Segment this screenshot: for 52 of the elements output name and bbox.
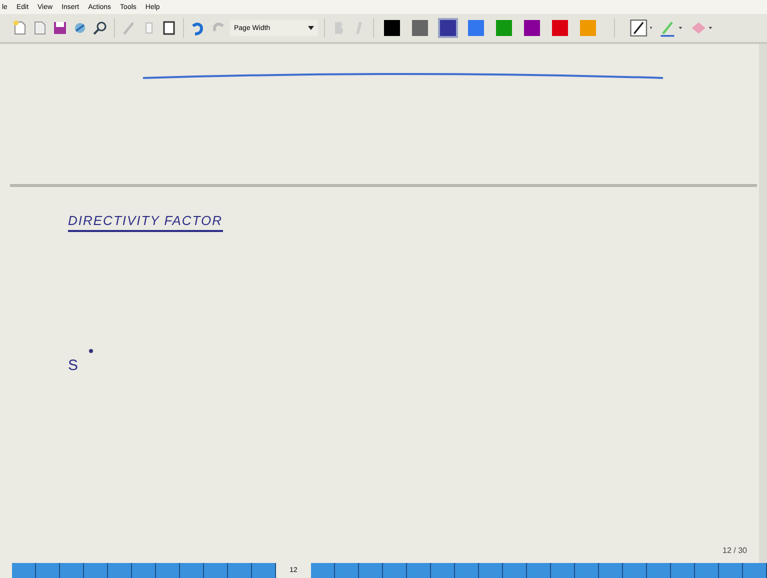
page-tab[interactable] (647, 563, 671, 578)
page-tab[interactable] (359, 563, 383, 578)
color-swatch[interactable] (496, 20, 512, 36)
color-swatch[interactable] (468, 20, 484, 36)
page-tab[interactable] (180, 563, 204, 578)
color-swatch[interactable] (412, 20, 428, 36)
clipboard-icon[interactable] (161, 20, 177, 36)
send-icon[interactable] (72, 20, 88, 36)
handwritten-heading: DIRECTIVITY FACTOR (68, 213, 223, 232)
page-tab[interactable] (84, 563, 108, 578)
page-tab[interactable] (228, 563, 252, 578)
color-swatch[interactable] (440, 20, 456, 36)
page-tab[interactable] (36, 563, 60, 578)
undo-icon[interactable] (190, 20, 206, 36)
page-indicator: 12 / 30 (722, 546, 747, 555)
page-tab[interactable] (252, 563, 276, 578)
color-swatch[interactable] (524, 20, 540, 36)
page-tab[interactable] (551, 563, 575, 578)
page-tab[interactable] (671, 563, 695, 578)
pen-tool-icon[interactable] (629, 19, 655, 37)
page-tab[interactable] (623, 563, 647, 578)
page-tab[interactable] (503, 563, 527, 578)
page-tab[interactable] (479, 563, 503, 578)
page-tab[interactable] (575, 563, 599, 578)
page-tab[interactable] (108, 563, 132, 578)
page-tab[interactable] (335, 563, 359, 578)
page-tab[interactable] (527, 563, 551, 578)
highlighter-icon[interactable] (659, 19, 685, 37)
page-tab[interactable] (407, 563, 431, 578)
page-tab[interactable] (311, 563, 335, 578)
search-icon[interactable] (92, 20, 108, 36)
handwritten-label: S (68, 357, 78, 374)
dot-mark (89, 349, 93, 353)
page-tab[interactable] (719, 563, 743, 578)
page-tab[interactable] (743, 563, 767, 578)
page-tab[interactable] (156, 563, 180, 578)
page-tab[interactable] (12, 563, 36, 578)
page-tab[interactable] (599, 563, 623, 578)
page-tab[interactable] (383, 563, 407, 578)
page-tab[interactable] (60, 563, 84, 578)
page-tab[interactable] (204, 563, 228, 578)
page-tab[interactable] (455, 563, 479, 578)
page-tab[interactable] (695, 563, 719, 578)
color-swatch[interactable] (384, 20, 400, 36)
save-icon[interactable] (52, 20, 68, 36)
color-swatch[interactable] (552, 20, 568, 36)
caret-icon (308, 26, 314, 30)
page-tab[interactable] (132, 563, 156, 578)
page-tab[interactable] (431, 563, 455, 578)
color-swatch[interactable] (580, 20, 596, 36)
new-page-icon[interactable] (12, 20, 28, 36)
pen-icon[interactable] (121, 20, 137, 36)
